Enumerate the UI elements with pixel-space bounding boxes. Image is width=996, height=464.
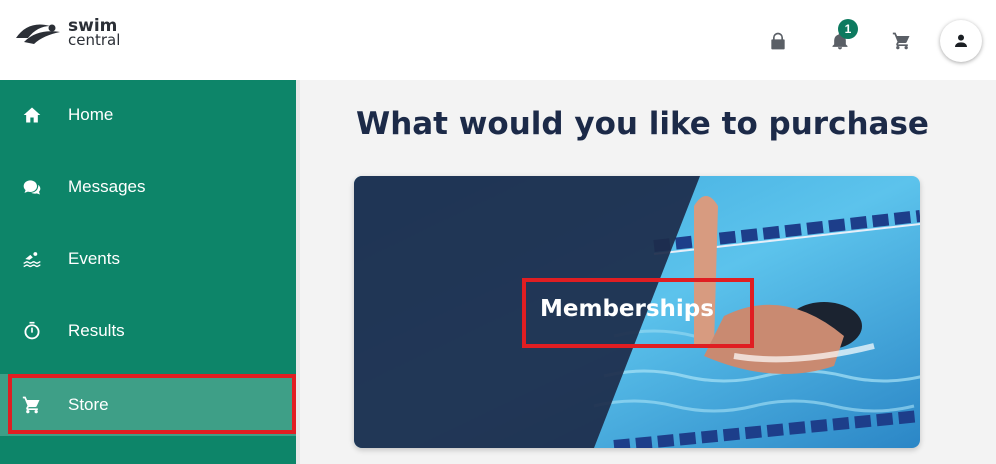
home-icon	[20, 103, 44, 127]
memberships-card[interactable]: Memberships	[354, 176, 920, 448]
profile-button[interactable]	[940, 20, 982, 62]
notification-badge: 1	[838, 19, 858, 39]
sidebar-item-label: Results	[68, 321, 125, 340]
top-actions: 1	[740, 16, 982, 66]
sidebar-item-label: Home	[68, 105, 114, 124]
sidebar-item-messages[interactable]: Messages	[0, 156, 296, 218]
sidebar-item-home[interactable]: Home	[0, 84, 296, 146]
card-title: Memberships	[540, 296, 714, 322]
sidebar-item-label: Store	[68, 395, 109, 414]
sidebar-item-store[interactable]: Store	[0, 374, 296, 436]
cart-button[interactable]	[878, 17, 926, 65]
top-header: swim central 1	[0, 0, 996, 80]
swimmer-icon	[20, 247, 44, 271]
lock-button[interactable]	[754, 17, 802, 65]
sidebar-item-label: Events	[68, 249, 120, 268]
page-title: What would you like to purchase	[356, 106, 929, 142]
sidebar-item-events[interactable]: Events	[0, 228, 296, 290]
profile-icon	[955, 34, 967, 47]
swim-central-logo[interactable]: swim central	[14, 18, 120, 48]
store-cart-icon	[20, 393, 44, 417]
sidebar-item-label: Messages	[68, 177, 146, 196]
swimmer-logo-icon	[16, 24, 60, 44]
stopwatch-icon	[20, 319, 44, 343]
sidebar-nav: Home Messages Events Results Store	[0, 80, 300, 464]
cart-icon	[892, 32, 910, 50]
notifications-button[interactable]: 1	[816, 17, 864, 65]
sidebar-item-results[interactable]: Results	[0, 300, 296, 362]
chat-bubbles-icon	[20, 175, 44, 199]
lock-icon	[771, 32, 785, 50]
main-content: What would you like to purchase Membersh…	[300, 80, 996, 464]
logo-text-central: central	[68, 31, 121, 49]
